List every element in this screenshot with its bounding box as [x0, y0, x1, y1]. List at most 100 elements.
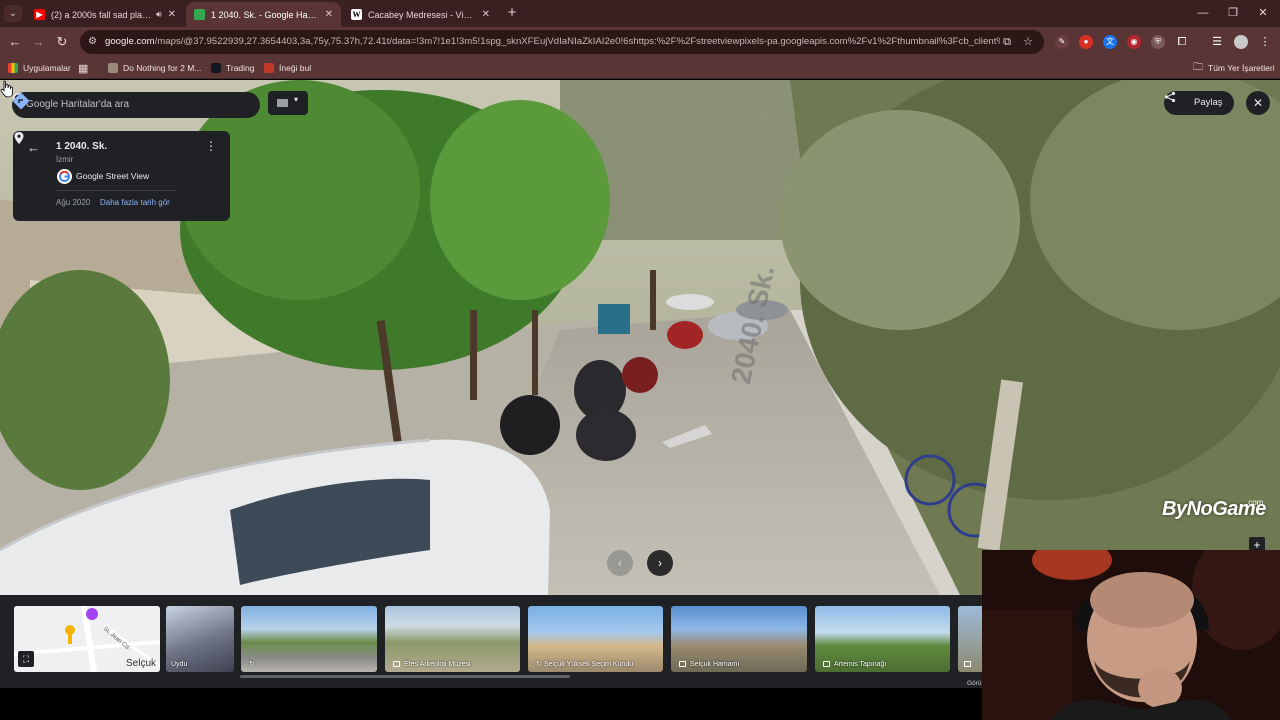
video-icon: [108, 63, 118, 73]
filmstrip-scrollbar[interactable]: [240, 675, 570, 678]
folder-icon: 🗀: [1193, 61, 1203, 73]
adblock-extension-icon[interactable]: ●: [1079, 35, 1093, 49]
divider: [56, 190, 176, 191]
photo-thumbnail-more[interactable]: [958, 606, 982, 672]
close-tab-icon[interactable]: ✕: [325, 9, 333, 20]
thumbnail-label: Efes Arkeoloji Müzesi: [393, 661, 471, 668]
bookmark-do-nothing[interactable]: Do Nothing for 2 M...: [108, 60, 201, 76]
tab-title: Cacabey Medresesi - Vikipedi: [368, 9, 476, 20]
bookmark-inegi-bul[interactable]: İneği bul: [264, 60, 311, 76]
tab-search-button[interactable]: ⌄: [4, 5, 22, 22]
photo-thumbnail-election-board[interactable]: ↻ Selçuk Yüksek Seçim Kurulu: [528, 606, 663, 672]
street-view-panorama[interactable]: 2040. Sk. Google Haritalar'da ara ▾ ← 1 …: [0, 80, 1280, 595]
thumbnail-label: ↻ Selçuk Yüksek Seçim Kurulu: [536, 661, 634, 668]
layers-button[interactable]: ▾: [268, 91, 308, 115]
tab-youtube[interactable]: ▶ (2) a 2000s fall sad playlist 🔊︎ ✕: [26, 2, 184, 27]
url-path: /maps/@37.9522939,27.3654403,3a,75y,75.3…: [154, 36, 1000, 47]
360-icon: ↻: [249, 661, 255, 668]
share-label: Paylaş: [1194, 97, 1223, 108]
thumbnail-label: Artemis Tapınağı: [823, 661, 886, 668]
reload-button[interactable]: ↻: [53, 33, 71, 51]
close-tab-icon[interactable]: ✕: [168, 9, 176, 20]
place-city: İzmir: [56, 155, 74, 164]
camera-icon: [823, 661, 830, 667]
place-title: 1 2040. Sk.: [56, 141, 108, 152]
camera-icon: [964, 661, 971, 667]
webcam-overlay: [982, 550, 1280, 720]
keyboard-icon: [277, 99, 288, 107]
more-dates-link[interactable]: Daha fazla tarih gör: [100, 198, 170, 207]
cow-icon: [264, 63, 274, 73]
google-maps-icon: [194, 9, 205, 20]
youtube-icon: ▶: [34, 9, 45, 20]
imagery-source: Google Street View: [76, 171, 150, 181]
satellite-thumbnail[interactable]: Uydu: [166, 606, 234, 672]
back-arrow-icon[interactable]: ←: [27, 140, 40, 155]
directions-icon[interactable]: [12, 92, 30, 110]
bookmark-apps[interactable]: Uygulamalar: [8, 60, 71, 76]
address-bar[interactable]: ⚙ google.com/maps/@37.9522939,27.3654403…: [80, 30, 1044, 54]
all-bookmarks[interactable]: 🗀 Tüm Yer İşaretleri: [1193, 60, 1275, 76]
photo-thumbnail-street[interactable]: ↻: [241, 606, 377, 672]
wikipedia-icon: W: [351, 9, 362, 20]
tab-strip: ⌄ ▶ (2) a 2000s fall sad playlist 🔊︎ ✕ 1…: [0, 0, 1280, 27]
bookmark-trading[interactable]: Trading: [211, 60, 255, 76]
tradingview-icon: [211, 63, 221, 73]
maps-search-box[interactable]: Google Haritalar'da ara: [12, 92, 260, 118]
browser-menu-icon[interactable]: ⋮: [1258, 35, 1272, 49]
media-control-icon[interactable]: ☰: [1210, 35, 1224, 49]
chevron-down-icon: ▾: [294, 95, 299, 104]
site-info-icon[interactable]: ⚙: [88, 36, 100, 48]
photo-thumbnail-artemis[interactable]: Artemis Tapınağı: [815, 606, 950, 672]
profile-avatar[interactable]: [1234, 35, 1248, 49]
photo-filmstrip: St. Jean Cd. Selçuk ⛶ Uydu ↻ Efes Arkeol…: [0, 595, 982, 688]
translate-extension-icon[interactable]: 文: [1103, 35, 1117, 49]
bookmark-label: Do Nothing for 2 M...: [123, 63, 202, 73]
url-host: google.com: [105, 36, 155, 47]
minimize-button[interactable]: —: [1188, 4, 1218, 22]
extensions-puzzle-icon[interactable]: ⧠: [1175, 35, 1189, 49]
minimap[interactable]: St. Jean Cd. Selçuk ⛶: [14, 606, 160, 672]
expand-icon[interactable]: ⛶: [18, 651, 34, 667]
open-in-app-icon[interactable]: ⧉: [1000, 35, 1014, 49]
new-tab-button[interactable]: +: [504, 4, 520, 22]
capture-date: Ağu 2020: [56, 198, 91, 207]
photo-thumbnail-museum[interactable]: Efes Arkeoloji Müzesi: [385, 606, 520, 672]
location-pin-icon[interactable]: [13, 131, 25, 145]
google-logo-icon: [57, 169, 72, 184]
shield-extension-icon[interactable]: ⛨: [1151, 35, 1165, 49]
grid-icon[interactable]: ▦: [78, 60, 88, 76]
tab-wikipedia[interactable]: W Cacabey Medresesi - Vikipedi ✕: [343, 2, 498, 27]
close-tab-icon[interactable]: ✕: [482, 9, 490, 20]
next-photo-button[interactable]: ›: [647, 550, 673, 576]
previous-photo-button[interactable]: ‹: [607, 550, 633, 576]
back-button[interactable]: ←: [6, 33, 24, 51]
close-icon[interactable]: ✕: [1246, 91, 1270, 115]
bookmark-star-icon[interactable]: ☆: [1021, 35, 1035, 49]
share-button[interactable]: Paylaş: [1164, 91, 1234, 115]
place-info-card: ← 1 2040. Sk. İzmir ⋮ Google Street View…: [13, 131, 230, 221]
truncated-footer-text: Görü: [967, 680, 982, 687]
share-icon: [1164, 91, 1176, 103]
all-bookmarks-label: Tüm Yer İşaretleri: [1208, 63, 1275, 73]
speaker-icon[interactable]: 🔊︎: [156, 9, 162, 20]
bookmark-label: İneği bul: [279, 63, 312, 73]
search-input[interactable]: Google Haritalar'da ara: [26, 92, 129, 118]
camera-icon: [393, 661, 400, 667]
minimap-city-label: Selçuk: [125, 658, 156, 669]
forward-button[interactable]: →: [29, 33, 47, 51]
thumbnail-label: ↻: [249, 660, 255, 668]
photo-thumbnail-hamam[interactable]: Selçuk Hamamı: [671, 606, 807, 672]
pen-extension-icon[interactable]: ✎: [1055, 35, 1069, 49]
webcam-feed: [982, 550, 1280, 720]
hand-cursor-icon: [0, 80, 13, 98]
tab-google-maps[interactable]: 1 2040. Sk. - Google Haritalar ✕: [186, 2, 341, 27]
bookmark-label: Uygulamalar: [23, 63, 71, 73]
restore-button[interactable]: ❐: [1218, 4, 1248, 22]
bookmarks-bar: Uygulamalar ▦ Do Nothing for 2 M... Trad…: [0, 57, 1280, 79]
camera-icon: [679, 661, 686, 667]
close-window-button[interactable]: ✕: [1248, 4, 1278, 22]
more-options-icon[interactable]: ⋮: [205, 139, 217, 153]
record-extension-icon[interactable]: ◉: [1127, 35, 1141, 49]
thumbnail-label: Selçuk Hamamı: [679, 661, 739, 668]
